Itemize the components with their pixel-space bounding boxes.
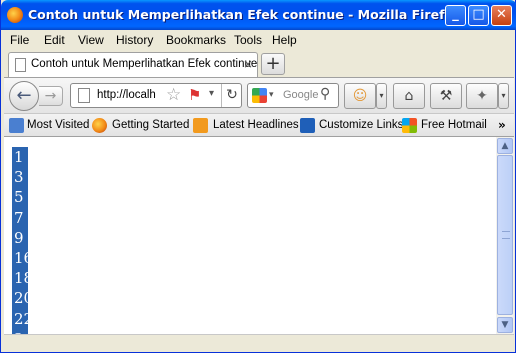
vertical-scrollbar[interactable]: ▲ ▼ (496, 137, 514, 334)
search-bar[interactable]: ▾ Google ⚲ (247, 83, 339, 108)
bookmarks-more-icon[interactable]: » (498, 118, 506, 132)
firefox-icon (7, 7, 23, 23)
addon-dropdown-icon[interactable]: ▾ (498, 83, 509, 109)
title-bar[interactable]: Contoh untuk Memperlihatkan Efek continu… (1, 0, 516, 30)
list-item: 9 (12, 227, 28, 248)
windows-icon (402, 118, 417, 133)
maximize-button[interactable]: □ (468, 5, 489, 26)
bookmark-customize-links[interactable]: Customize Links (319, 119, 403, 131)
tab-label: Contoh untuk Memperlihatkan Efek continu… (31, 58, 258, 70)
most-visited-icon (9, 118, 24, 133)
search-input[interactable]: Google (283, 89, 318, 101)
forward-button[interactable]: → (39, 86, 63, 106)
site-icon (78, 88, 90, 103)
list-item: 18 (12, 268, 34, 289)
scroll-grip (502, 231, 510, 239)
menu-edit[interactable]: Edit (44, 33, 65, 47)
bookmark-free-hotmail[interactable]: Free Hotmail (421, 119, 487, 131)
tab-active[interactable]: Contoh untuk Memperlihatkan Efek continu… (8, 52, 258, 77)
menu-view[interactable]: View (78, 33, 104, 47)
scroll-down-button[interactable]: ▼ (497, 317, 513, 333)
list-item: 22 (12, 308, 34, 329)
list-item: 1 (12, 147, 28, 168)
firefox-icon (92, 118, 107, 133)
google-icon[interactable] (252, 88, 267, 103)
search-engine-dropdown-icon[interactable]: ▾ (269, 90, 274, 100)
browser-window: Contoh untuk Memperlihatkan Efek continu… (0, 0, 516, 353)
close-button[interactable]: ✕ (491, 5, 512, 26)
status-bar (4, 334, 514, 352)
home-icon[interactable]: ⌂ (393, 83, 425, 109)
url-dropdown-icon[interactable]: ▾ (209, 88, 214, 99)
bookmark-latest-headlines[interactable]: Latest Headlines (213, 119, 299, 131)
new-tab-button[interactable]: + (261, 53, 285, 75)
bookmark-star-icon[interactable]: ☆ (166, 85, 181, 105)
back-button[interactable]: ← (9, 81, 39, 111)
bookmarks-toolbar: Most Visited Getting Started Latest Head… (4, 113, 514, 137)
reload-icon[interactable]: ↻ (221, 84, 242, 107)
list-item: 5 (12, 187, 28, 208)
addon-icon[interactable]: ✦ (466, 83, 498, 109)
menu-bookmarks[interactable]: Bookmarks (166, 33, 226, 47)
url-bar[interactable]: http://localh ☆ ⚑ ▾ ↻ (70, 83, 242, 108)
page-content: 1 3 5 7 9 16 18 20 22 24 (4, 137, 496, 348)
scroll-thumb[interactable] (497, 155, 513, 315)
smiley-dropdown-icon[interactable]: ▾ (376, 83, 387, 109)
tools-icon[interactable]: ⚒ (430, 83, 462, 109)
msn-icon (300, 118, 315, 133)
bookmark-most-visited[interactable]: Most Visited (27, 119, 89, 131)
menu-bar: File Edit View History Bookmarks Tools H… (4, 30, 514, 50)
tab-close-icon[interactable]: × (243, 57, 253, 71)
list-item: 20 (12, 288, 34, 309)
bookmark-getting-started[interactable]: Getting Started (112, 119, 189, 131)
flag-icon[interactable]: ⚑ (188, 86, 201, 104)
scroll-up-button[interactable]: ▲ (497, 138, 513, 154)
rss-icon (193, 118, 208, 133)
list-item: 3 (12, 167, 28, 188)
minimize-button[interactable]: _ (445, 5, 466, 26)
list-item: 16 (12, 247, 34, 269)
number-list: 1 3 5 7 9 16 18 20 22 24 (12, 147, 34, 348)
search-icon[interactable]: ⚲ (320, 86, 330, 102)
menu-tools[interactable]: Tools (234, 33, 262, 47)
window-title: Contoh untuk Memperlihatkan Efek continu… (28, 7, 462, 22)
navigation-toolbar: ← → http://localh ☆ ⚑ ▾ ↻ ▾ Google ⚲ ☺ ▾… (4, 77, 514, 113)
tab-strip: Contoh untuk Memperlihatkan Efek continu… (4, 50, 514, 77)
menu-history[interactable]: History (116, 33, 153, 47)
menu-file[interactable]: File (10, 33, 29, 47)
page-icon (15, 58, 26, 72)
url-text[interactable]: http://localh (97, 89, 157, 101)
smiley-icon[interactable]: ☺ (344, 83, 376, 109)
list-item: 7 (12, 207, 28, 228)
menu-help[interactable]: Help (272, 33, 297, 47)
